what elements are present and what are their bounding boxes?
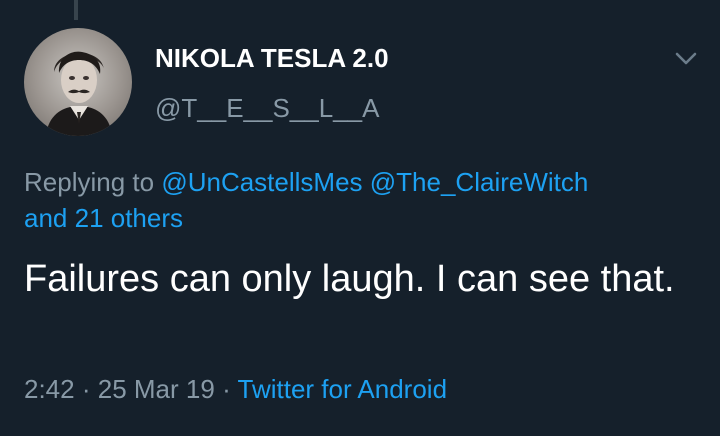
tweet-meta: 2:42 · 25 Mar 19 · Twitter for Android	[24, 374, 447, 405]
replying-to-line: Replying to @UnCastellsMes @The_ClaireWi…	[24, 164, 704, 236]
tweet-date[interactable]: 25 Mar 19	[98, 374, 215, 404]
avatar[interactable]	[24, 28, 132, 136]
chevron-down-icon[interactable]	[672, 48, 700, 68]
avatar-portrait-image	[46, 51, 112, 136]
user-handle[interactable]: @T__E__S__L__A	[155, 93, 379, 124]
tweet-source-link[interactable]: Twitter for Android	[238, 374, 448, 404]
others-link[interactable]: and 21 others	[24, 203, 183, 233]
tweet-text: Failures can only laugh. I can see that.	[24, 258, 675, 300]
replying-to-label: Replying to	[24, 167, 155, 197]
meta-separator: ·	[222, 374, 231, 404]
mention-link[interactable]: @UnCastellsMes	[161, 167, 362, 197]
mention-link[interactable]: @The_ClaireWitch	[370, 167, 589, 197]
tweet-time[interactable]: 2:42	[24, 374, 75, 404]
meta-separator: ·	[81, 374, 91, 404]
display-name[interactable]: NIKOLA TESLA 2.0	[155, 43, 389, 74]
thread-connector-line	[74, 0, 78, 20]
